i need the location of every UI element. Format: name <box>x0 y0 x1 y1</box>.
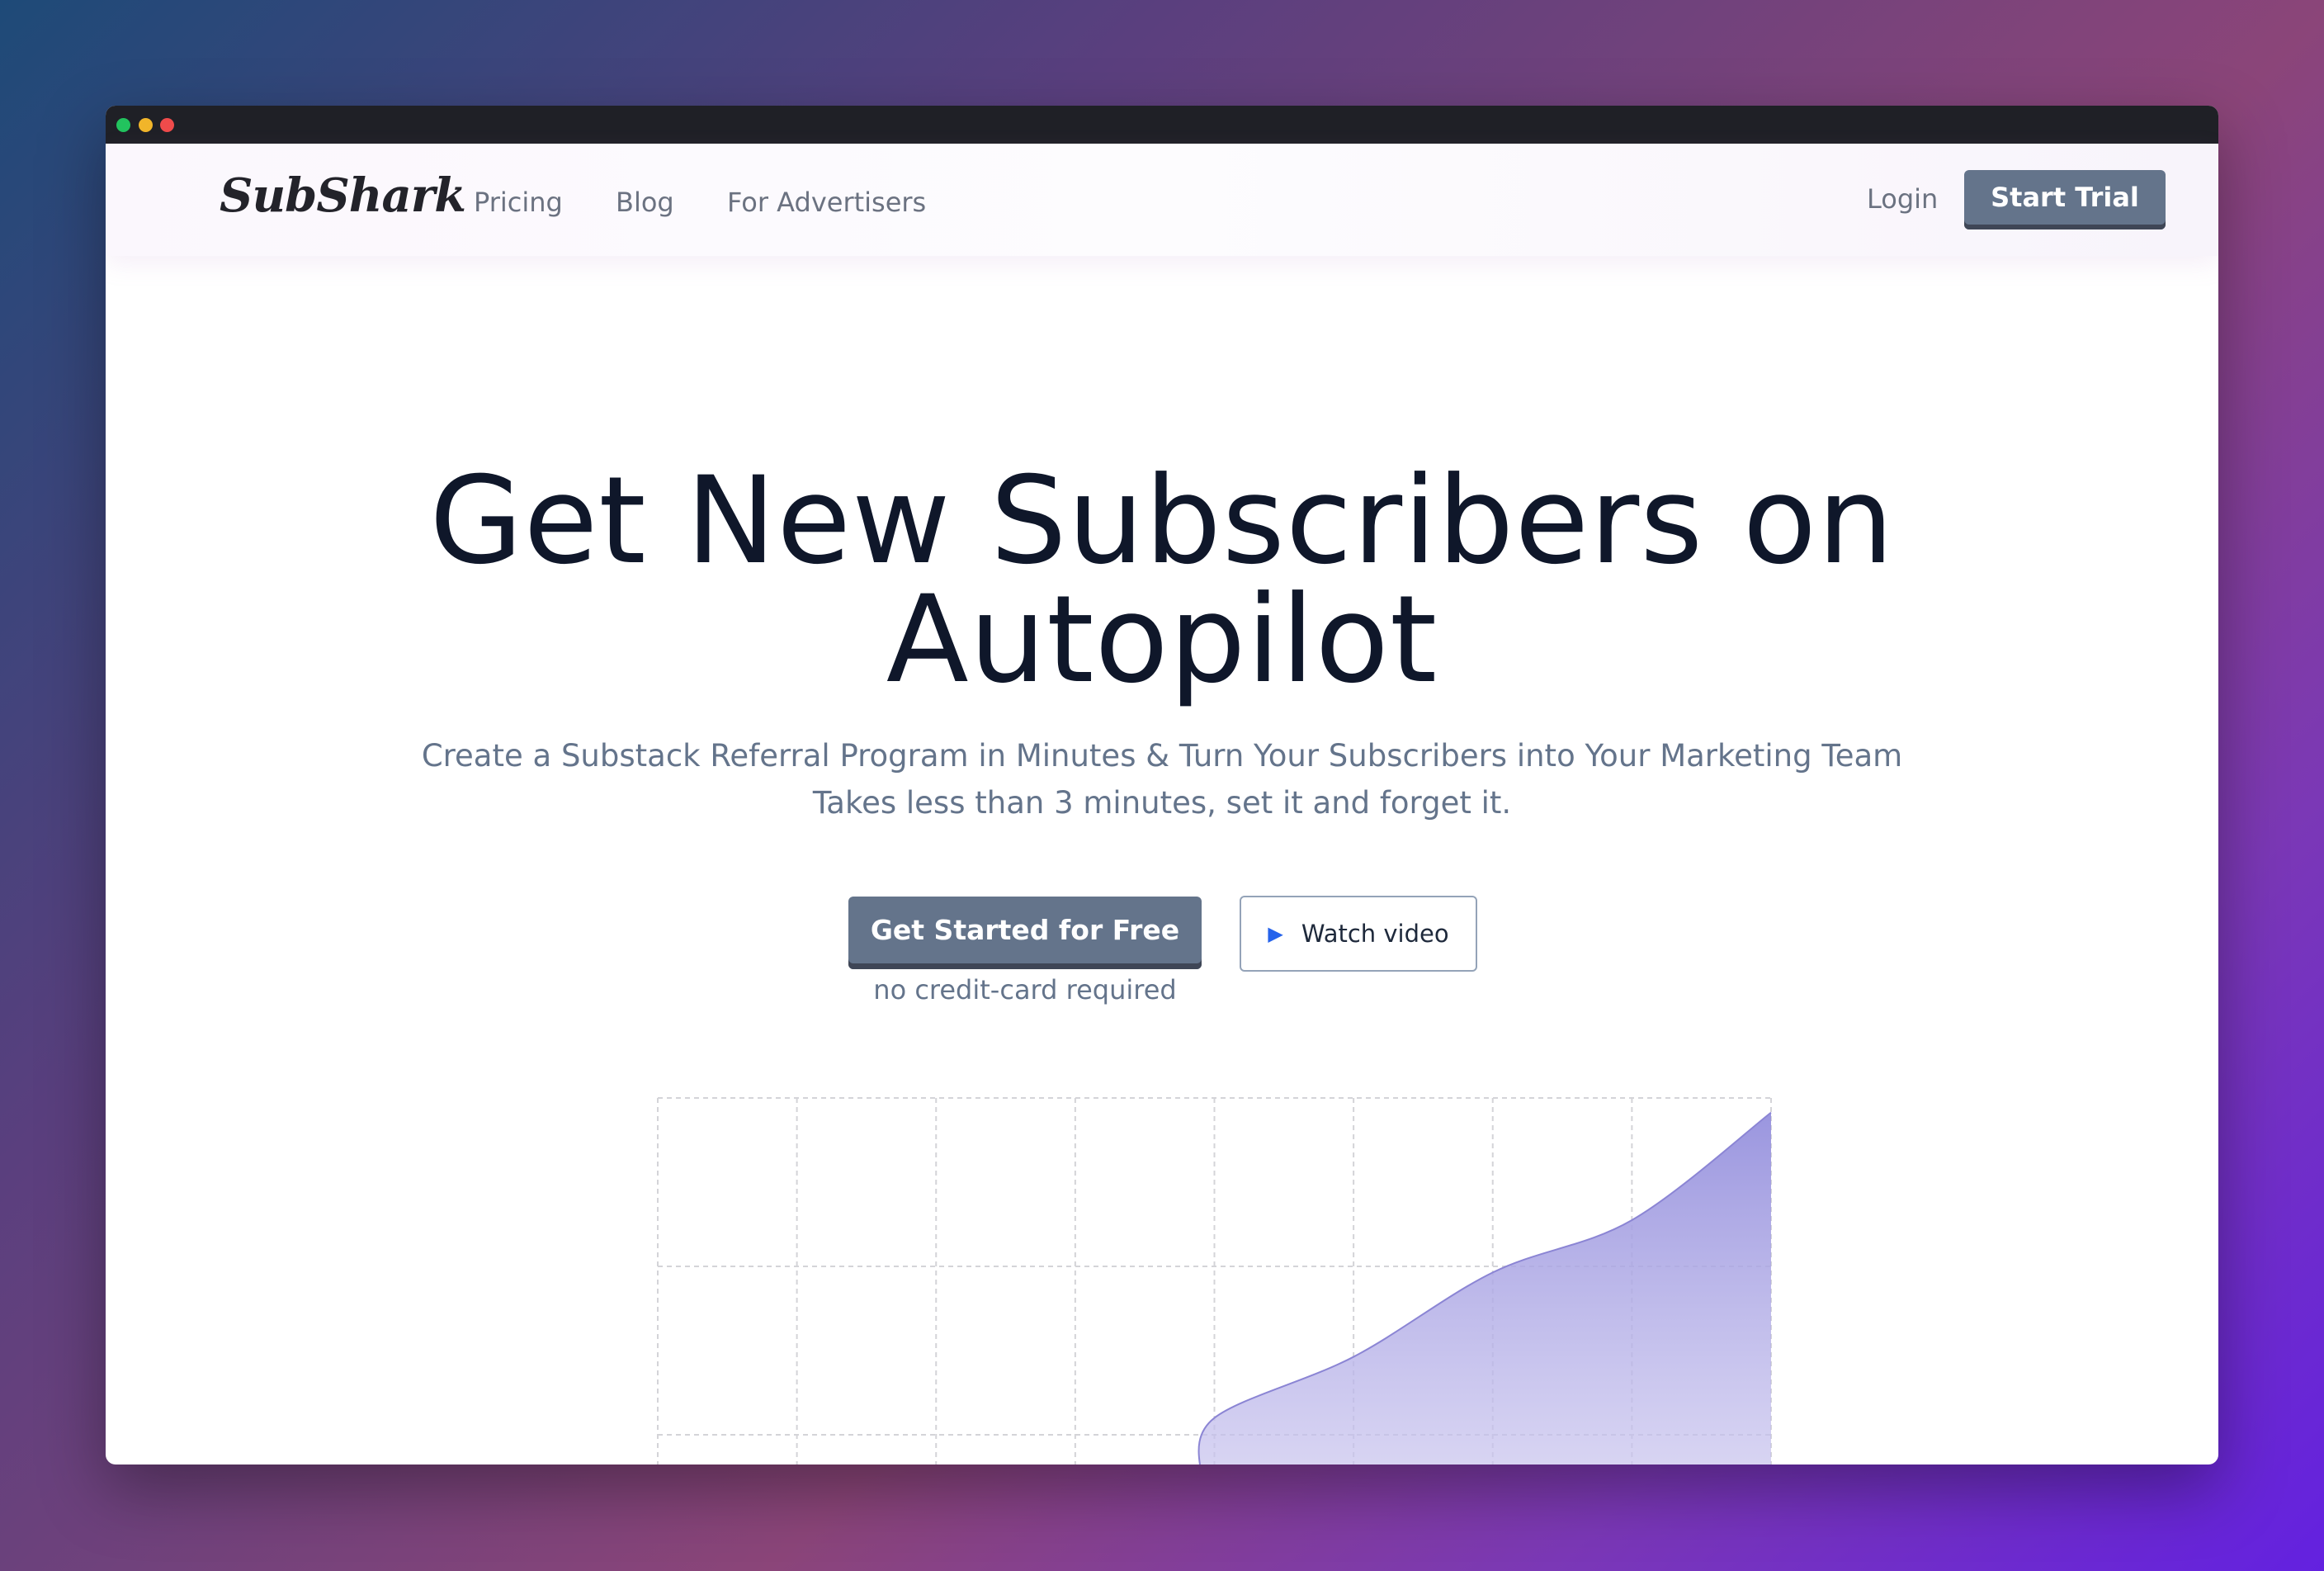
get-started-button[interactable]: Get Started for Free <box>848 897 1202 969</box>
hero-tagline: Takes less than 3 minutes, set it and fo… <box>812 785 1512 821</box>
login-link[interactable]: Login <box>1867 183 1938 215</box>
chart-area <box>1198 1112 1771 1465</box>
top-navbar: SubShark Pricing Blog For Advertisers Lo… <box>106 144 2218 256</box>
logo[interactable]: SubShark <box>220 168 466 223</box>
window-green-dot[interactable] <box>116 118 130 132</box>
play-icon: ▶ <box>1268 922 1283 945</box>
nav-link-blog[interactable]: Blog <box>616 187 674 218</box>
browser-window: SubShark Pricing Blog For Advertisers Lo… <box>106 106 2218 1465</box>
watch-video-button[interactable]: ▶ Watch video <box>1240 896 1477 972</box>
nav-link-pricing[interactable]: Pricing <box>474 187 563 218</box>
no-credit-card-note: no credit-card required <box>873 974 1177 1006</box>
window-yellow-dot[interactable] <box>139 118 153 132</box>
hero-subtitle: Create a Substack Referral Program in Mi… <box>421 738 1903 774</box>
hero-title-line2: Autopilot <box>886 570 1438 710</box>
watch-video-label: Watch video <box>1301 920 1449 948</box>
window-red-dot[interactable] <box>160 118 174 132</box>
growth-chart <box>657 1097 1772 1465</box>
nav-link-for-advertisers[interactable]: For Advertisers <box>727 187 926 218</box>
title-bar <box>106 106 2218 144</box>
hero-title: Get New Subscribers on Autopilot <box>106 451 2218 710</box>
start-trial-button[interactable]: Start Trial <box>1964 170 2166 229</box>
hero-title-line1: Get New Subscribers on <box>429 451 1895 591</box>
